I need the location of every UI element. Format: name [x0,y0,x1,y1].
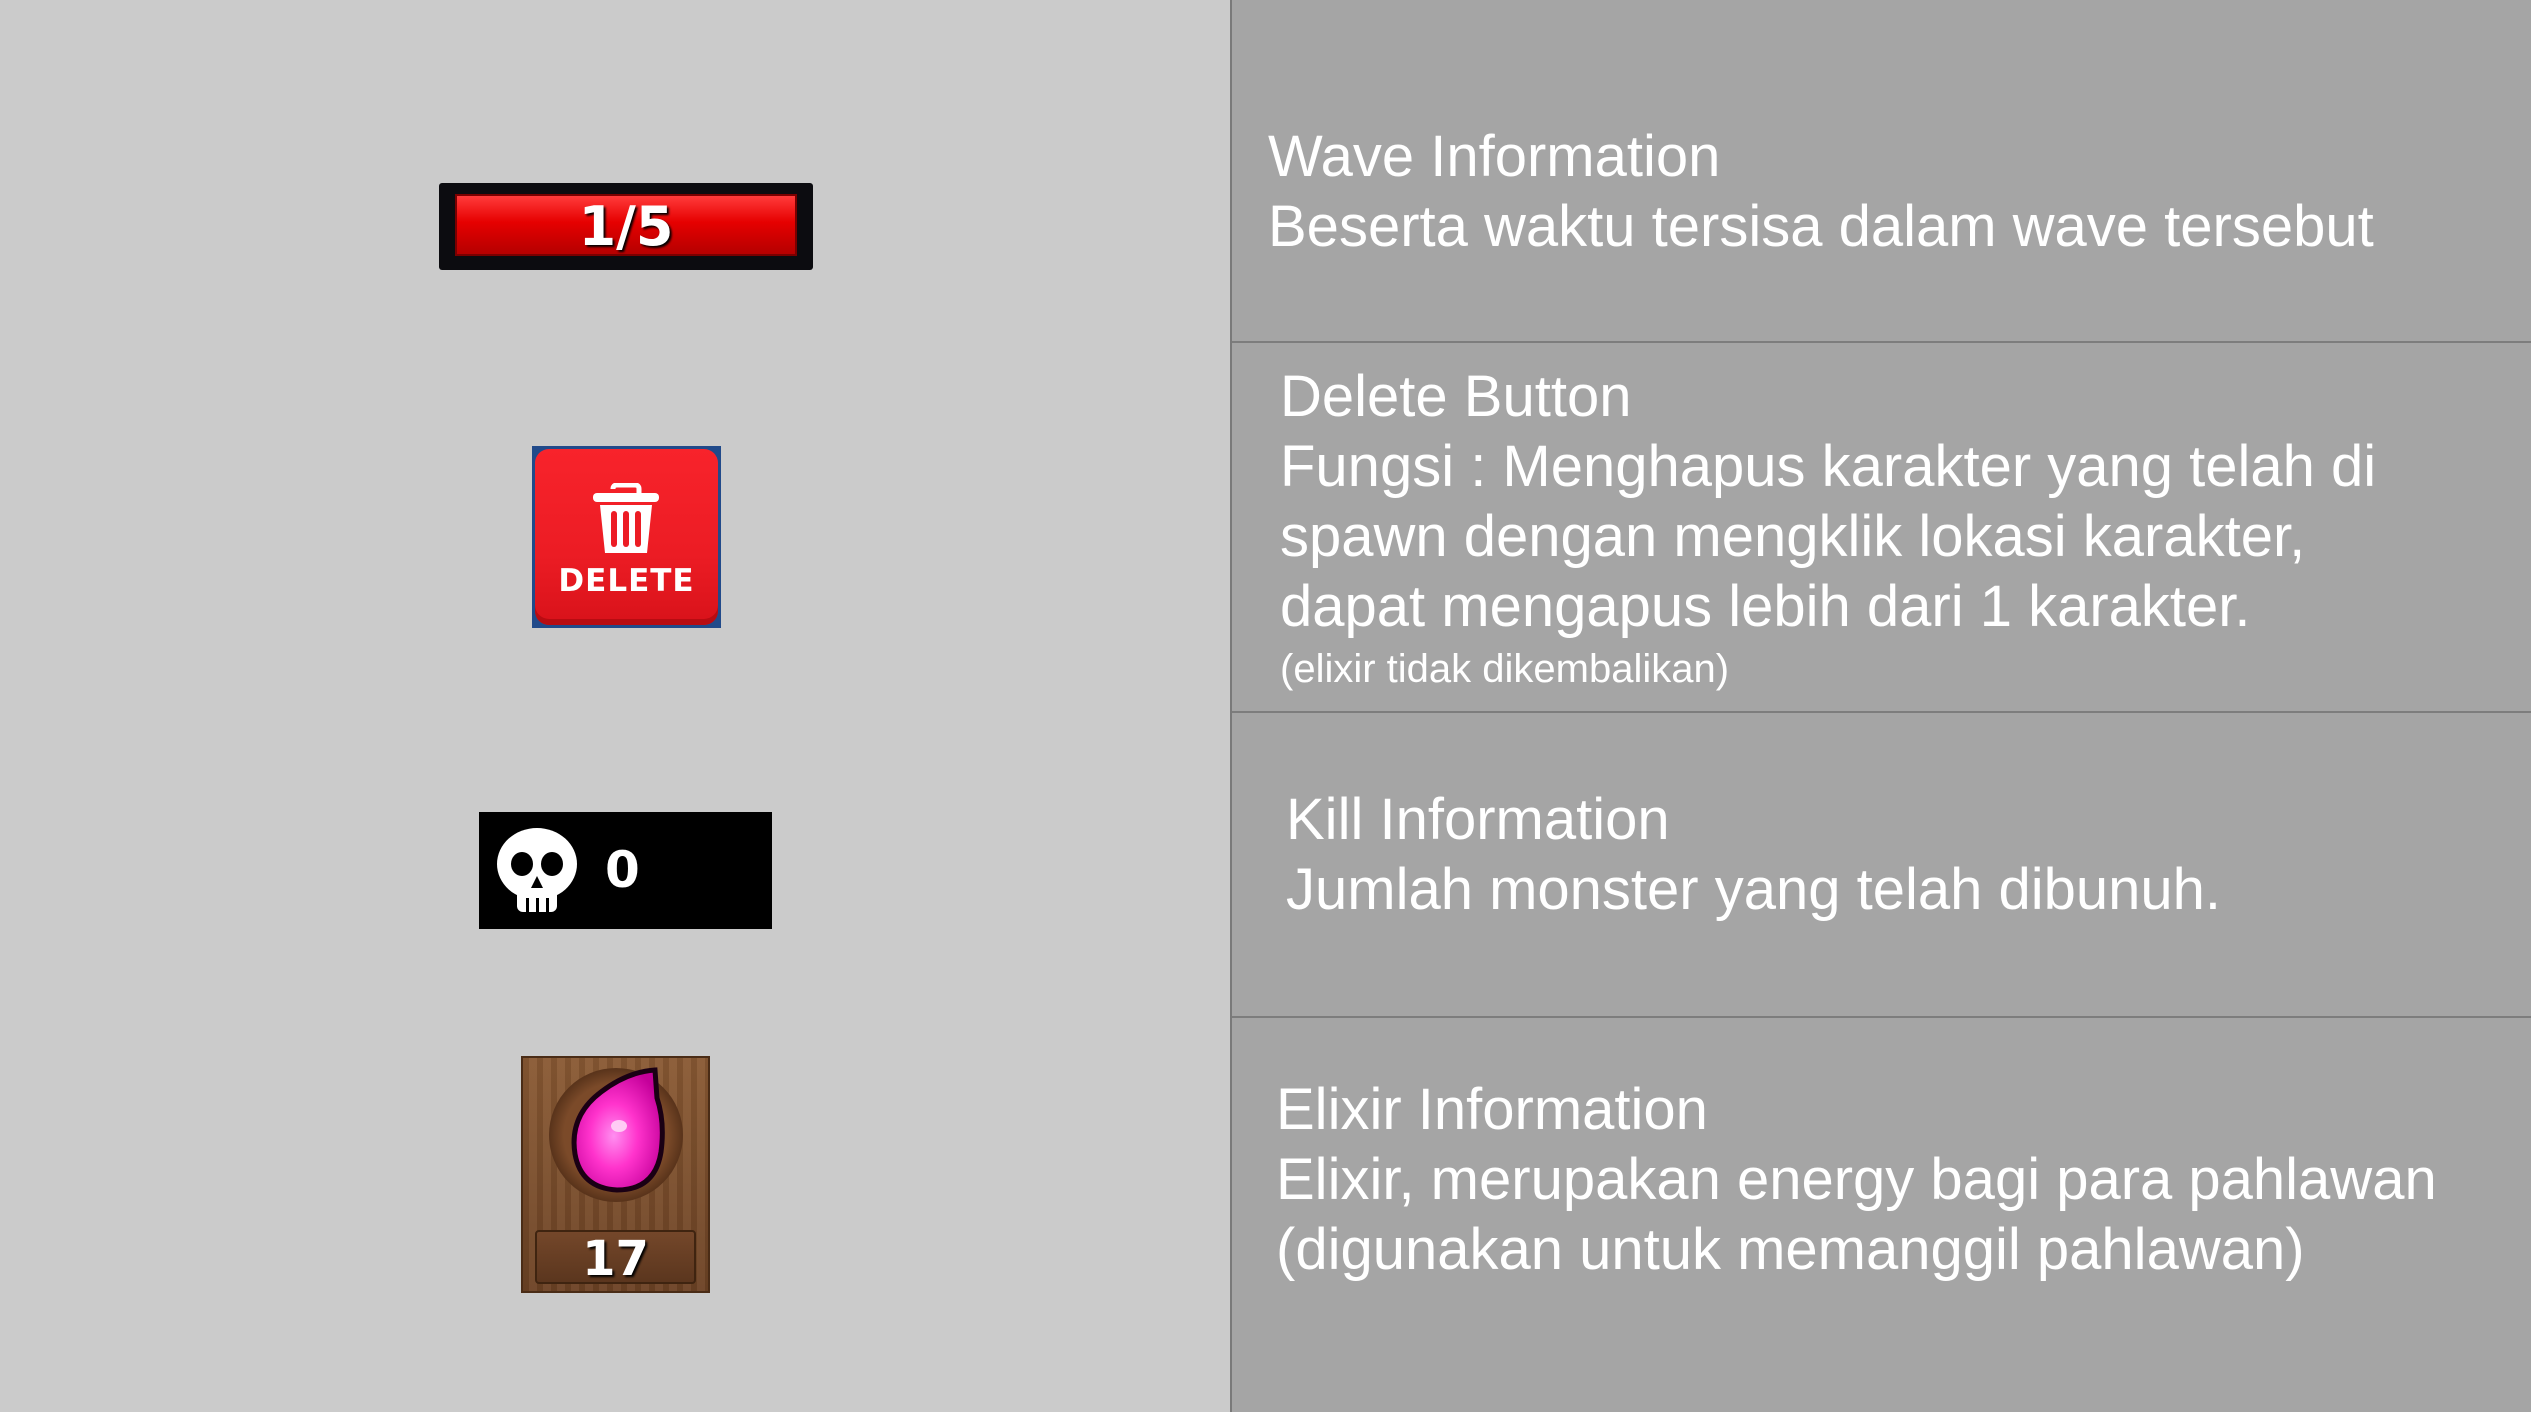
elixir-counter: 17 [521,1056,710,1293]
elixir-count-plate: 17 [535,1230,696,1287]
section-divider [1232,341,2531,343]
delete-info-section: Delete Button Fungsi : Menghapus karakte… [1280,362,2376,696]
delete-button-label: DELETE [558,563,695,599]
delete-info-line: dapat mengapus lebih dari 1 karakter. [1280,574,2251,639]
wave-info-section: Wave Information Beserta waktu tersisa d… [1268,122,2374,262]
wave-info-title: Wave Information [1268,124,1721,189]
elixir-info-section: Elixir Information Elixir, merupakan ene… [1276,1075,2437,1285]
section-divider [1232,711,2531,713]
elixir-info-line: Elixir, merupakan energy bagi para pahla… [1276,1147,2437,1212]
elixir-info-title: Elixir Information [1276,1077,1708,1142]
kill-count: 0 [605,841,640,899]
wave-counter: 1/5 [578,195,674,258]
info-panel: Wave Information Beserta waktu tersisa d… [1230,0,2531,1412]
delete-info-line: spawn dengan mengklik lokasi karakter, [1280,504,2306,569]
delete-info-line: Fungsi : Menghapus karakter yang telah d… [1280,434,2377,499]
elixir-drop-icon [571,1067,665,1193]
delete-button[interactable]: DELETE [532,446,721,628]
elixir-info-line: (digunakan untuk memanggil pahlawan) [1276,1217,2305,1282]
wave-progress-bar: 1/5 [439,183,813,270]
ui-preview-area: 1/5 DELETE 0 17 [0,0,1230,1412]
wave-info-desc: Beserta waktu tersisa dalam wave tersebu… [1268,194,2374,259]
kill-info-desc: Jumlah monster yang telah dibunuh. [1286,857,2222,922]
delete-info-title: Delete Button [1280,364,1632,429]
kill-info-title: Kill Information [1286,787,1670,852]
kill-counter: 0 [479,812,772,929]
kill-info-section: Kill Information Jumlah monster yang tel… [1286,785,2221,925]
delete-button-face[interactable]: DELETE [535,449,718,625]
section-divider [1232,1016,2531,1018]
trash-icon [593,483,659,553]
delete-info-note: (elixir tidak dikembalikan) [1280,647,1730,691]
elixir-count: 17 [582,1231,649,1287]
skull-icon [497,828,577,914]
